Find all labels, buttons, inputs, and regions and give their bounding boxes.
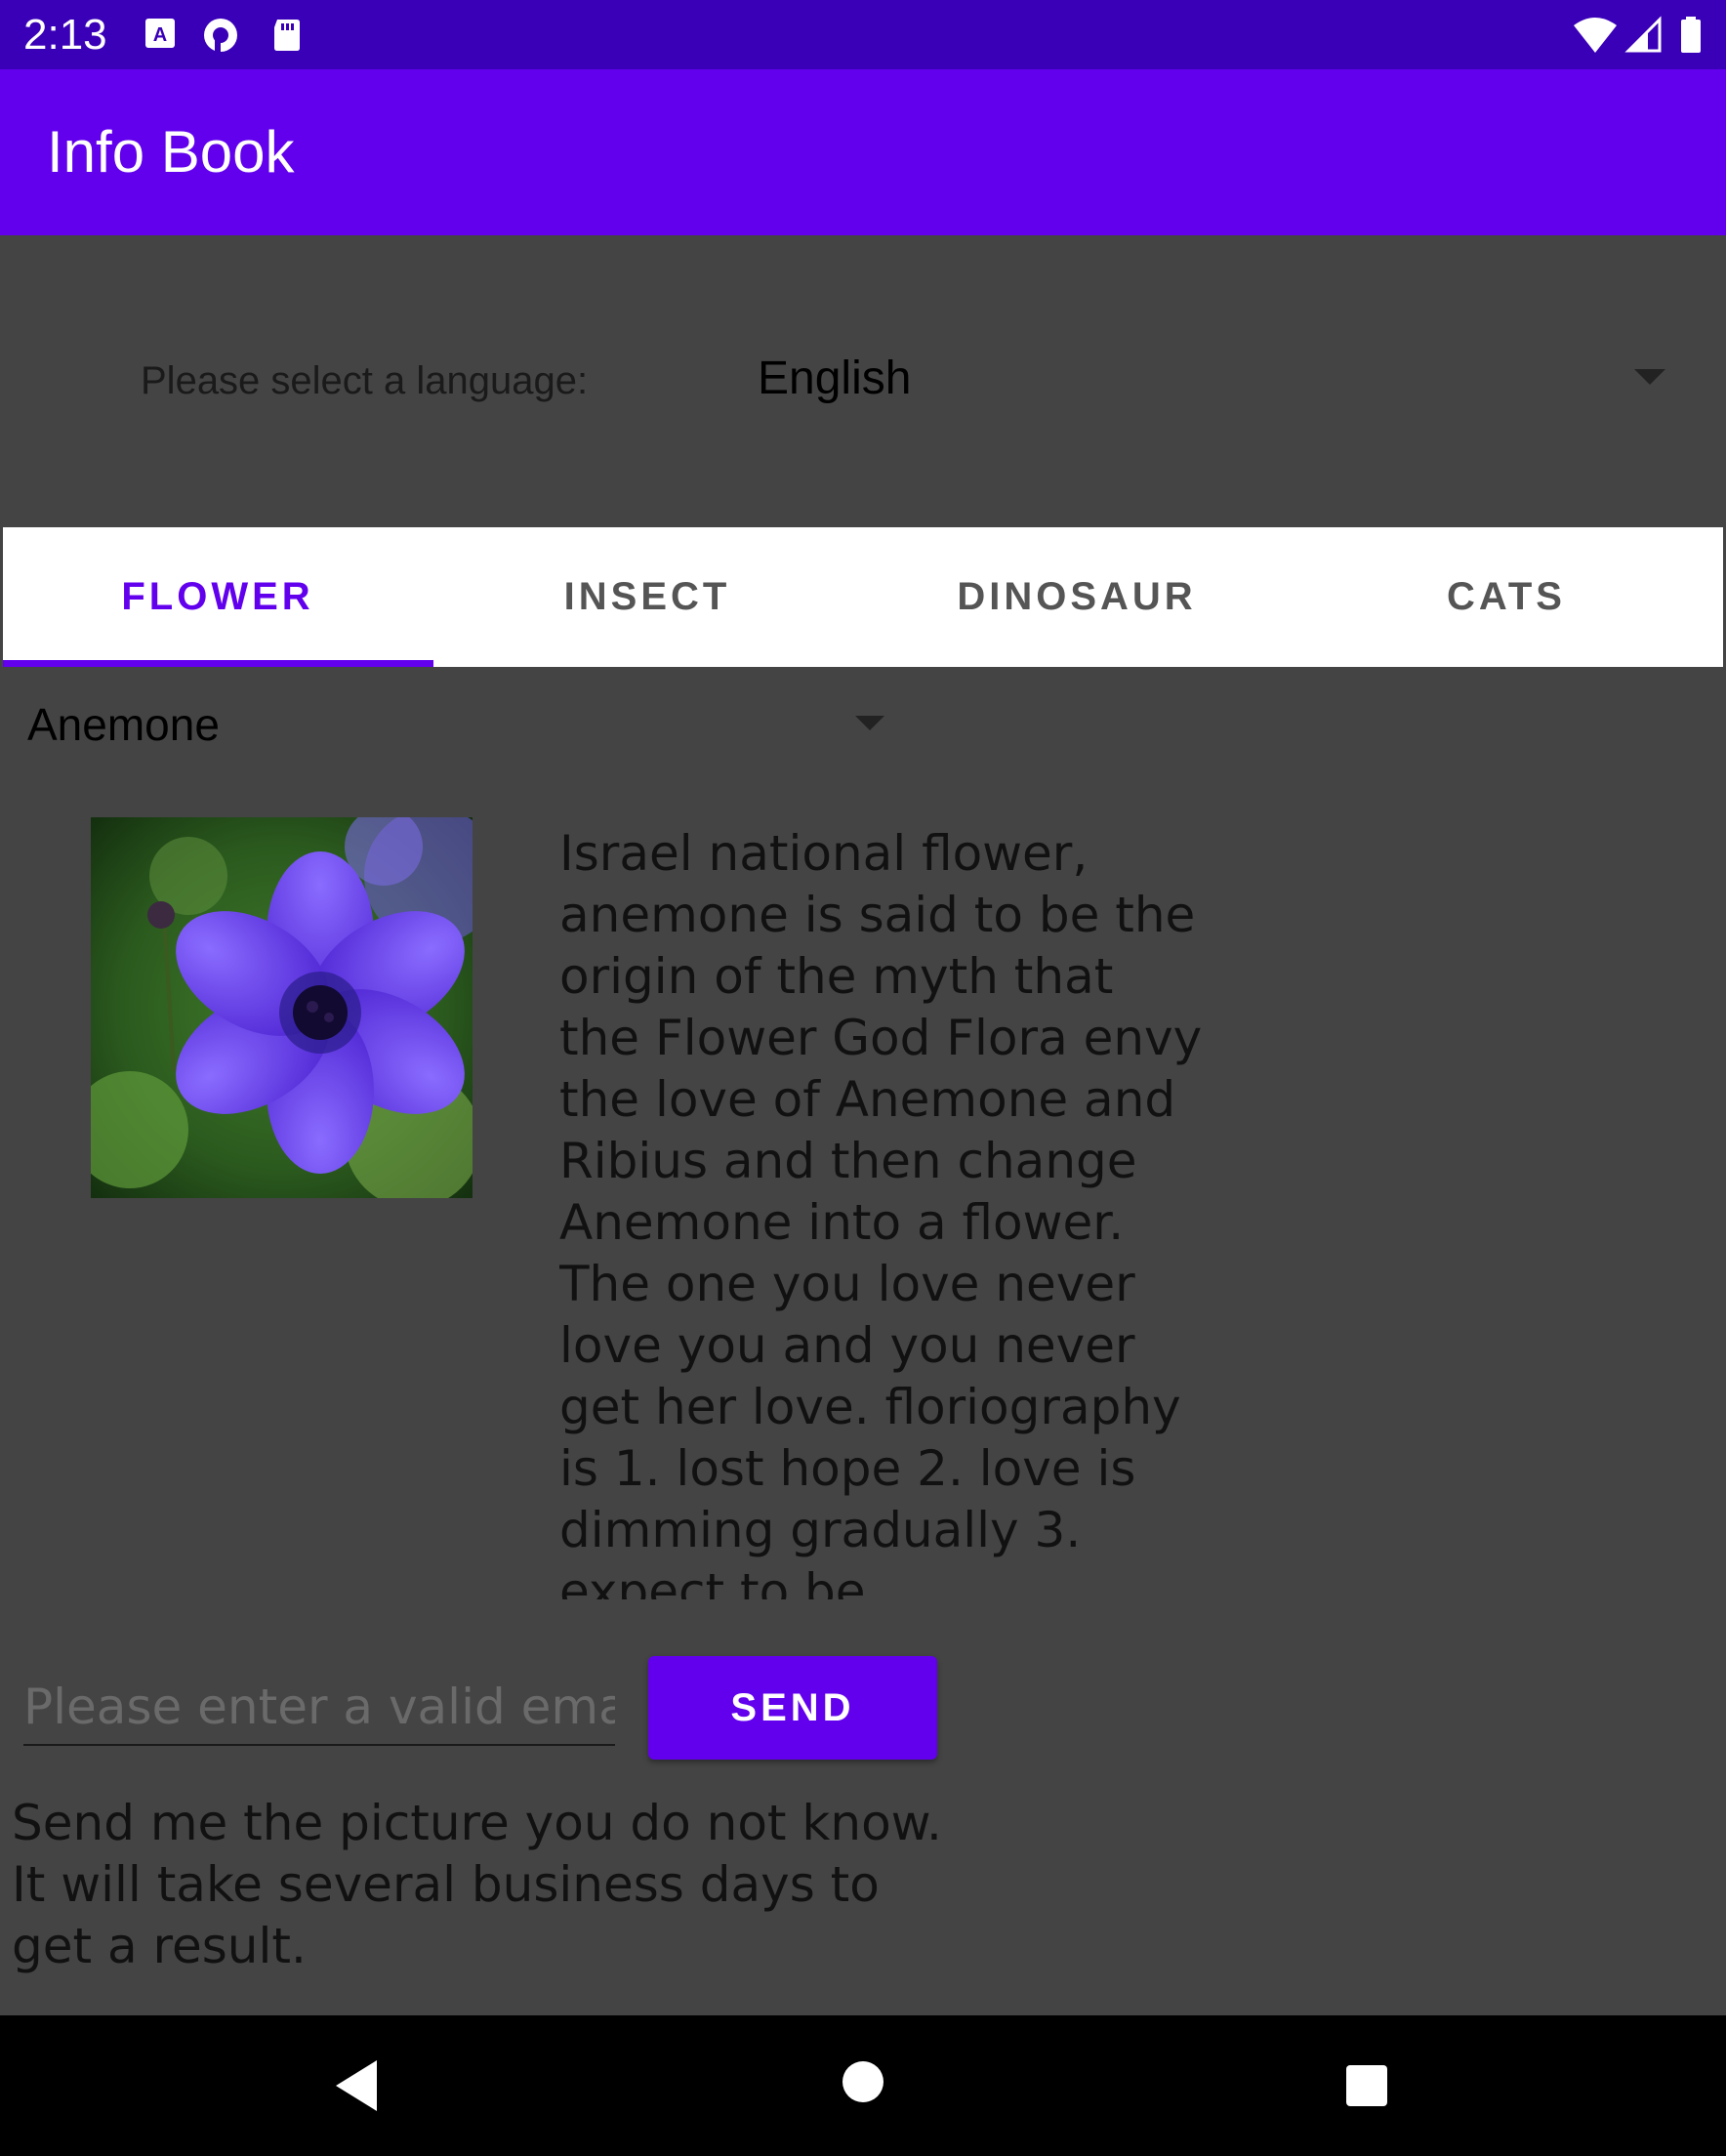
battery-icon [1681,17,1701,53]
tab-bar: FLOWER INSECT DINOSAUR CATS [3,527,1723,667]
item-dropdown-arrow-icon[interactable] [855,716,884,730]
svg-text:A: A [153,24,167,46]
description-text: Israel national flower, anemone is said … [559,825,1203,1599]
send-button[interactable]: SEND [648,1656,937,1760]
tab-flower[interactable]: FLOWER [3,527,432,667]
status-bar: 2:13 A [0,0,1726,69]
app-title: Info Book [47,119,295,185]
home-icon[interactable] [842,2060,884,2103]
description-scroll[interactable]: Israel national flower, anemone is said … [559,823,1204,1599]
pocket-casts-icon [204,19,237,52]
language-spinner[interactable]: English [758,352,911,406]
wifi-icon [1574,18,1617,53]
sd-card-icon [274,20,300,51]
recents-icon[interactable] [1345,2064,1388,2107]
back-icon[interactable] [334,2058,379,2113]
navigation-bar [0,2015,1726,2156]
a-keyboard-icon: A [145,19,175,48]
item-spinner[interactable]: Anemone [27,697,220,752]
tab-indicator [3,660,433,667]
language-dropdown-arrow-icon[interactable] [1634,369,1665,385]
language-label: Please select a language: [141,359,589,402]
flower-image [91,817,473,1198]
email-input[interactable] [23,1670,615,1746]
tab-cats[interactable]: CATS [1292,527,1721,667]
signal-icon [1624,16,1662,53]
tab-insect[interactable]: INSECT [432,527,862,667]
tab-dinosaur[interactable]: DINOSAUR [862,527,1292,667]
status-time: 2:13 [23,11,107,59]
send-info-text: Send me the picture you do not know. It … [12,1795,942,1974]
